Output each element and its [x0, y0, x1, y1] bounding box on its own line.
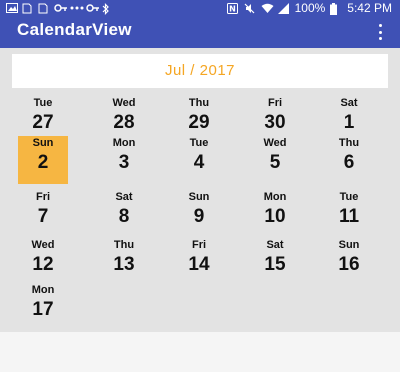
- day-cell[interactable]: Thu 13: [99, 238, 149, 286]
- day-of-week-label: Sun: [338, 239, 360, 251]
- day-number: 15: [264, 254, 286, 275]
- day-number: 8: [118, 206, 130, 227]
- month-header[interactable]: Jul / 2017: [12, 54, 388, 88]
- day-of-week-label: Sat: [266, 239, 284, 251]
- day-of-week-label: Wed: [31, 239, 55, 251]
- day-number: 29: [188, 112, 210, 133]
- day-cell[interactable]: Thu 6: [324, 136, 374, 184]
- day-cell[interactable]: Sat 8: [99, 190, 149, 238]
- svg-text:N: N: [229, 5, 236, 14]
- bluetooth-icon: [102, 3, 114, 15]
- day-of-week-label: Wed: [112, 97, 136, 109]
- day-of-week-label: Thu: [188, 97, 210, 109]
- more-vert-icon[interactable]: [376, 24, 384, 40]
- day-cell[interactable]: Fri 7: [18, 190, 68, 238]
- sim-card-icon: [38, 3, 50, 14]
- day-number: 10: [264, 206, 286, 227]
- key-icon: [86, 3, 99, 13]
- nfc-icon: N: [226, 3, 239, 14]
- status-bar: N 100% 5:42 PM: [0, 0, 400, 16]
- app-title: CalendarView: [17, 20, 132, 39]
- day-of-week-label: Sun: [188, 191, 210, 203]
- day-of-week-label: Fri: [191, 239, 207, 251]
- day-cell[interactable]: Wed 5: [250, 136, 300, 184]
- footer-area: [0, 332, 400, 372]
- day-number: 27: [32, 112, 54, 133]
- day-number: 3: [118, 152, 130, 173]
- day-number: 7: [37, 206, 49, 227]
- day-number: 11: [338, 206, 360, 227]
- battery-percentage: 100%: [294, 1, 326, 15]
- day-number: 4: [193, 152, 205, 173]
- day-of-week-label: Thu: [338, 137, 360, 149]
- day-number: 12: [32, 254, 54, 275]
- day-of-week-label: Sat: [115, 191, 133, 203]
- dots-icon: [70, 3, 84, 13]
- day-of-week-label: Wed: [263, 137, 287, 149]
- day-cell[interactable]: Fri 14: [174, 238, 224, 286]
- day-cell[interactable]: Tue 11: [324, 190, 374, 238]
- day-number: 13: [113, 254, 135, 275]
- mute-icon: [244, 3, 256, 14]
- day-of-week-label: Tue: [33, 97, 53, 109]
- day-number: 5: [269, 152, 281, 173]
- day-number: 28: [113, 112, 135, 133]
- day-of-week-label: Tue: [339, 191, 359, 203]
- calendar-view: Jul / 2017 Tue 27 Wed 28 Thu 29 Fri 30 Sat 1 Sun 2 M…: [0, 48, 400, 332]
- day-number: 17: [32, 299, 54, 320]
- day-number: 1: [343, 112, 355, 133]
- key-icon: [54, 3, 67, 13]
- day-cell[interactable]: Sun 16: [324, 238, 374, 286]
- day-of-week-label: Sun: [32, 137, 54, 149]
- day-of-week-label: Thu: [113, 239, 135, 251]
- notification-icons: [6, 1, 114, 15]
- day-of-week-label: Fri: [267, 97, 283, 109]
- day-of-week-label: Sat: [340, 97, 358, 109]
- signal-icon: [277, 3, 290, 14]
- day-cell[interactable]: Tue 4: [174, 136, 224, 184]
- day-number: 16: [338, 254, 360, 275]
- day-of-week-label: Mon: [31, 284, 55, 296]
- wifi-icon: [261, 3, 274, 13]
- app-toolbar: CalendarView: [0, 16, 400, 48]
- day-cell[interactable]: Mon 3: [99, 136, 149, 184]
- day-number: 2: [37, 152, 49, 173]
- selected-day-cell[interactable]: Sun 2: [18, 136, 68, 184]
- day-of-week-label: Mon: [263, 191, 287, 203]
- sim-card-icon: [22, 3, 34, 14]
- battery-icon: [330, 3, 342, 15]
- day-number: 9: [193, 206, 205, 227]
- image-icon: [6, 3, 18, 13]
- day-of-week-label: Mon: [112, 137, 136, 149]
- day-cell[interactable]: Wed 12: [18, 238, 68, 286]
- clock: 5:42 PM: [347, 1, 392, 15]
- day-number: 14: [188, 254, 210, 275]
- day-cell[interactable]: Sun 9: [174, 190, 224, 238]
- day-of-week-label: Tue: [189, 137, 209, 149]
- day-number: 6: [343, 152, 355, 173]
- day-number: 30: [264, 112, 286, 133]
- day-cell[interactable]: Mon 17: [18, 283, 68, 331]
- day-cell[interactable]: Sat 15: [250, 238, 300, 286]
- day-of-week-label: Fri: [35, 191, 51, 203]
- system-icons: N 100% 5:42 PM: [226, 0, 392, 16]
- day-cell[interactable]: Mon 10: [250, 190, 300, 238]
